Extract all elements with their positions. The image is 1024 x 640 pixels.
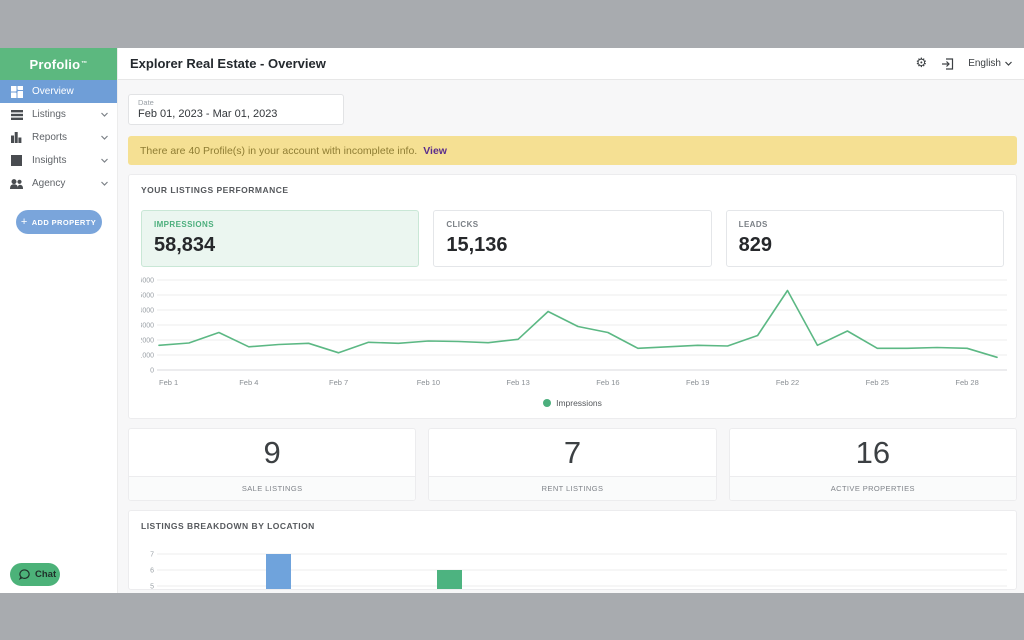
svg-text:Feb 13: Feb 13 xyxy=(506,378,529,387)
sign-out-icon xyxy=(941,58,954,70)
performance-section-title: YOUR LISTINGS PERFORMANCE xyxy=(141,185,1004,195)
legend-label: Impressions xyxy=(556,398,602,408)
sidebar-item-overview[interactable]: Overview xyxy=(0,80,117,103)
chevron-down-icon xyxy=(101,132,109,143)
language-selector[interactable]: English xyxy=(968,58,1012,69)
svg-text:Feb 1: Feb 1 xyxy=(159,378,178,387)
breakdown-bar-chart: 7 6 5 xyxy=(141,541,1007,590)
clicks-metric-card[interactable]: CLICKS 15,136 xyxy=(433,210,711,267)
impressions-metric-card[interactable]: IMPRESSIONS 58,834 xyxy=(141,210,419,267)
chevron-down-icon xyxy=(101,178,109,189)
settings-button[interactable]: ⚙ xyxy=(916,57,928,70)
sidebar-item-listings[interactable]: Listings xyxy=(0,103,117,126)
app-window: Profolio™ Overview Listings Reports xyxy=(0,48,1024,593)
summary-stats-row: 9 SALE LISTINGS 7 RENT LISTINGS 16 ACTIV… xyxy=(128,428,1017,501)
svg-text:0: 0 xyxy=(150,368,154,375)
date-field-label: Date xyxy=(138,98,334,107)
add-property-button[interactable]: + ADD PROPERTY xyxy=(16,210,102,234)
insights-icon xyxy=(10,154,23,167)
sidebar-item-agency[interactable]: Agency xyxy=(0,172,117,195)
chevron-down-icon xyxy=(101,109,109,120)
plus-icon: + xyxy=(21,216,28,228)
svg-text:Feb 7: Feb 7 xyxy=(329,378,348,387)
chart-legend: Impressions xyxy=(141,398,1004,408)
sidebar: Profolio™ Overview Listings Reports xyxy=(0,48,118,593)
chat-label: Chat xyxy=(35,569,56,580)
svg-text:Feb 19: Feb 19 xyxy=(686,378,709,387)
stat-value: 16 xyxy=(730,429,1016,476)
sale-listings-card[interactable]: 9 SALE LISTINGS xyxy=(128,428,416,501)
metric-label: CLICKS xyxy=(446,220,698,229)
svg-text:6000: 6000 xyxy=(141,278,154,285)
incomplete-profiles-banner: There are 40 Profile(s) in your account … xyxy=(128,136,1017,165)
metric-value: 58,834 xyxy=(154,234,406,257)
svg-text:4000: 4000 xyxy=(141,308,154,315)
trademark-symbol: ™ xyxy=(81,61,87,67)
listings-performance-panel: YOUR LISTINGS PERFORMANCE IMPRESSIONS 58… xyxy=(128,174,1017,419)
svg-text:2000: 2000 xyxy=(141,338,154,345)
banner-message: There are 40 Profile(s) in your account … xyxy=(140,145,417,157)
view-link[interactable]: View xyxy=(423,145,447,157)
top-bar: Explorer Real Estate - Overview ⚙ Englis… xyxy=(118,48,1024,80)
active-properties-card[interactable]: 16 ACTIVE PROPERTIES xyxy=(729,428,1017,501)
letterbox-bottom xyxy=(0,593,1024,640)
sidebar-item-label: Agency xyxy=(32,178,101,189)
svg-text:Feb 10: Feb 10 xyxy=(417,378,440,387)
main-area: Explorer Real Estate - Overview ⚙ Englis… xyxy=(118,48,1024,593)
logo-text: Profolio xyxy=(30,57,81,72)
sidebar-item-insights[interactable]: Insights xyxy=(0,149,117,172)
gear-icon: ⚙ xyxy=(916,57,928,70)
metric-label: LEADS xyxy=(739,220,991,229)
stat-value: 7 xyxy=(429,429,715,476)
listings-breakdown-panel: LISTINGS BREAKDOWN BY LOCATION 7 6 5 xyxy=(128,510,1017,590)
sidebar-item-label: Overview xyxy=(32,86,109,97)
svg-text:Feb 28: Feb 28 xyxy=(955,378,978,387)
svg-text:Feb 16: Feb 16 xyxy=(596,378,619,387)
legend-dot-icon xyxy=(543,399,551,407)
sidebar-item-label: Reports xyxy=(32,132,101,143)
sidebar-item-label: Insights xyxy=(32,155,101,166)
bar-chart-icon xyxy=(10,131,23,144)
svg-text:5000: 5000 xyxy=(141,293,154,300)
svg-text:6: 6 xyxy=(150,568,154,575)
date-field-value: Feb 01, 2023 - Mar 01, 2023 xyxy=(138,108,334,120)
rent-listings-card[interactable]: 7 RENT LISTINGS xyxy=(428,428,716,501)
list-icon xyxy=(10,108,23,121)
svg-text:1000: 1000 xyxy=(141,353,154,360)
stat-label: SALE LISTINGS xyxy=(129,476,415,500)
metric-cards-row: IMPRESSIONS 58,834 CLICKS 15,136 LEADS 8… xyxy=(141,210,1004,267)
svg-text:Feb 4: Feb 4 xyxy=(239,378,258,387)
chat-bubble-icon xyxy=(19,569,30,580)
metric-value: 829 xyxy=(739,234,991,257)
svg-text:Feb 22: Feb 22 xyxy=(776,378,799,387)
svg-text:7: 7 xyxy=(150,552,154,559)
sidebar-item-reports[interactable]: Reports xyxy=(0,126,117,149)
chevron-down-icon xyxy=(101,155,109,166)
language-label: English xyxy=(968,58,1001,69)
chevron-down-icon xyxy=(1005,61,1012,66)
date-range-picker[interactable]: Date Feb 01, 2023 - Mar 01, 2023 xyxy=(128,94,344,125)
dashboard-icon xyxy=(10,85,23,98)
sidebar-item-label: Listings xyxy=(32,109,101,120)
letterbox-top xyxy=(0,0,1024,48)
stat-value: 9 xyxy=(129,429,415,476)
people-icon xyxy=(10,177,23,190)
chat-button[interactable]: Chat xyxy=(10,563,60,586)
leads-metric-card[interactable]: LEADS 829 xyxy=(726,210,1004,267)
svg-text:5: 5 xyxy=(150,584,154,591)
page-title: Explorer Real Estate - Overview xyxy=(130,56,326,71)
impressions-line-chart: 0 1000 2000 3000 4000 5000 6000 Feb 1 Feb 4 Feb 7… xyxy=(141,275,1004,396)
sign-out-button[interactable] xyxy=(941,58,954,70)
add-property-label: ADD PROPERTY xyxy=(32,218,96,227)
breakdown-section-title: LISTINGS BREAKDOWN BY LOCATION xyxy=(141,521,1004,531)
metric-value: 15,136 xyxy=(446,234,698,257)
metric-label: IMPRESSIONS xyxy=(154,220,406,229)
stat-label: RENT LISTINGS xyxy=(429,476,715,500)
svg-text:Feb 25: Feb 25 xyxy=(866,378,889,387)
app-logo: Profolio™ xyxy=(0,48,117,80)
stat-label: ACTIVE PROPERTIES xyxy=(730,476,1016,500)
svg-text:3000: 3000 xyxy=(141,323,154,330)
content-area: Date Feb 01, 2023 - Mar 01, 2023 There a… xyxy=(118,80,1024,593)
